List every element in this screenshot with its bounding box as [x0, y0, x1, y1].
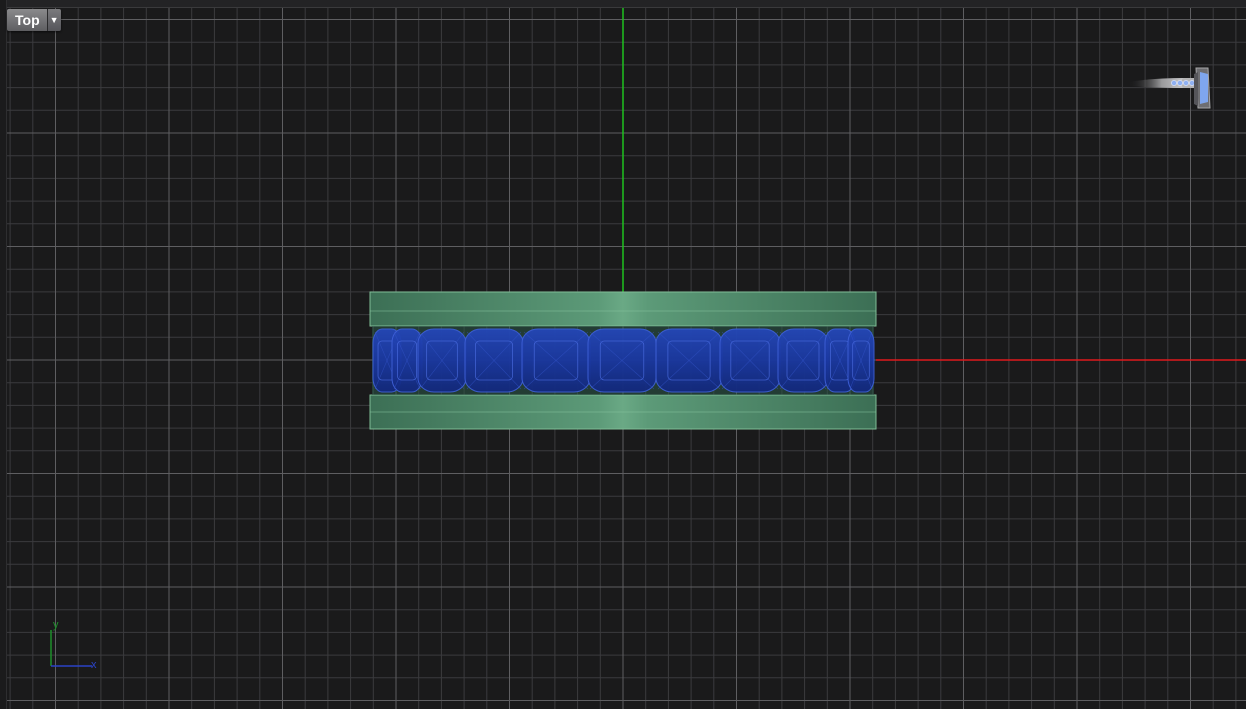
gemstone[interactable] — [655, 328, 723, 393]
world-axes-widget: y x — [44, 614, 104, 674]
viewport-left-border — [0, 0, 7, 709]
band-upper-rail[interactable] — [369, 291, 877, 327]
gemstone[interactable] — [719, 328, 781, 393]
gemstone[interactable] — [464, 328, 524, 393]
gemstone[interactable] — [847, 328, 875, 393]
rhino-viewport-window: y x Top ▼ — [0, 0, 1246, 709]
ring-band-object[interactable] — [369, 291, 877, 430]
axis-widget-y-label: y — [53, 619, 59, 631]
top-viewport[interactable]: y x — [7, 8, 1246, 709]
viewport-title[interactable]: Top — [7, 9, 47, 31]
chevron-down-icon[interactable]: ▼ — [46, 9, 61, 31]
axis-widget-x-label: x — [91, 659, 97, 671]
ring-preview-thumbnail — [1124, 62, 1214, 114]
gemstone[interactable] — [587, 328, 657, 393]
gemstone[interactable] — [521, 328, 591, 393]
viewport-top-border — [0, 0, 1246, 8]
gemstone-row[interactable] — [372, 328, 875, 393]
gemstone[interactable] — [417, 328, 467, 393]
viewport-title-tab[interactable]: Top ▼ — [7, 9, 61, 31]
gemstone[interactable] — [777, 328, 829, 393]
viewport-scene[interactable] — [7, 8, 1246, 709]
